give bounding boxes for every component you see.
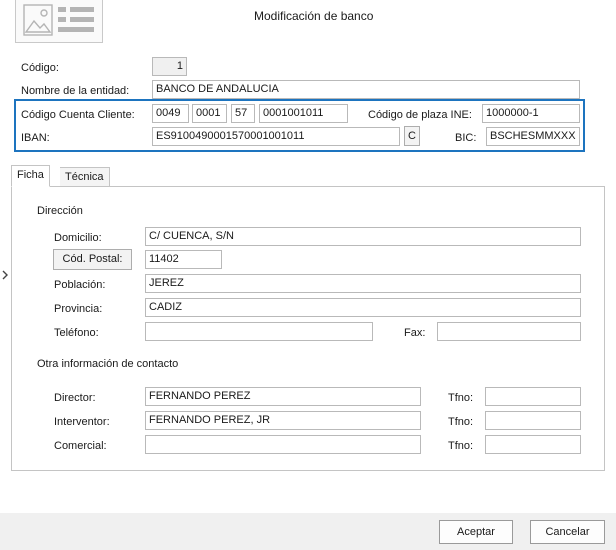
tab-ficha[interactable]: Ficha — [11, 165, 50, 187]
interventor-field[interactable]: FERNANDO PEREZ, JR — [145, 411, 421, 430]
image-card-icon — [15, 0, 103, 43]
director-tfno-field[interactable] — [485, 387, 581, 406]
codigo-postal-button[interactable]: Cód. Postal: — [53, 249, 132, 270]
iban-field[interactable]: ES9100490001570001001011 — [152, 127, 400, 146]
domicilio-label: Domicilio: — [54, 232, 102, 244]
fax-field[interactable] — [437, 322, 581, 341]
bic-label: BIC: — [455, 132, 477, 144]
iban-calc-button[interactable]: C — [404, 126, 420, 146]
ccc-dc-field[interactable]: 57 — [231, 104, 255, 123]
direccion-section-title: Dirección — [37, 205, 83, 217]
comercial-tfno-label: Tfno: — [448, 440, 474, 452]
codigo-field[interactable]: 1 — [152, 57, 187, 76]
codigo-label: Código: — [21, 62, 59, 74]
footer-bar — [0, 513, 616, 550]
codigo-postal-field[interactable]: 11402 — [145, 250, 222, 269]
director-label: Director: — [54, 392, 96, 404]
fax-label: Fax: — [404, 327, 426, 339]
ine-label: Código de plaza INE: — [368, 109, 472, 121]
ccc-label: Código Cuenta Cliente: — [21, 109, 135, 121]
provincia-field[interactable]: CADIZ — [145, 298, 581, 317]
cancel-button[interactable]: Cancelar — [530, 520, 605, 544]
accept-button[interactable]: Aceptar — [439, 520, 513, 544]
interventor-label: Interventor: — [54, 416, 110, 428]
interventor-tfno-label: Tfno: — [448, 416, 474, 428]
iban-label: IBAN: — [21, 132, 50, 144]
poblacion-field[interactable]: JEREZ — [145, 274, 581, 293]
comercial-tfno-field[interactable] — [485, 435, 581, 454]
domicilio-field[interactable]: C/ CUENCA, S/N — [145, 227, 581, 246]
ine-field[interactable]: 1000000-1 — [482, 104, 580, 123]
contacto-section-title: Otra información de contacto — [37, 358, 179, 370]
provincia-label: Provincia: — [54, 303, 103, 315]
poblacion-label: Población: — [54, 279, 106, 291]
director-tfno-label: Tfno: — [448, 392, 474, 404]
tab-tecnica[interactable]: Técnica — [60, 167, 110, 187]
chevron-right-icon[interactable] — [1, 268, 9, 282]
ccc-oficina-field[interactable]: 0001 — [192, 104, 227, 123]
interventor-tfno-field[interactable] — [485, 411, 581, 430]
entidad-field[interactable]: BANCO DE ANDALUCIA — [152, 80, 580, 99]
bic-field[interactable]: BSCHESMMXXX — [486, 127, 580, 146]
ccc-entidad-field[interactable]: 0049 — [152, 104, 189, 123]
entidad-label: Nombre de la entidad: — [21, 85, 130, 97]
director-field[interactable]: FERNANDO PEREZ — [145, 387, 421, 406]
ccc-cuenta-field[interactable]: 0001001011 — [259, 104, 348, 123]
telefono-label: Teléfono: — [54, 327, 99, 339]
window-title: Modificación de banco — [254, 9, 374, 23]
telefono-field[interactable] — [145, 322, 373, 341]
comercial-field[interactable] — [145, 435, 421, 454]
comercial-label: Comercial: — [54, 440, 107, 452]
